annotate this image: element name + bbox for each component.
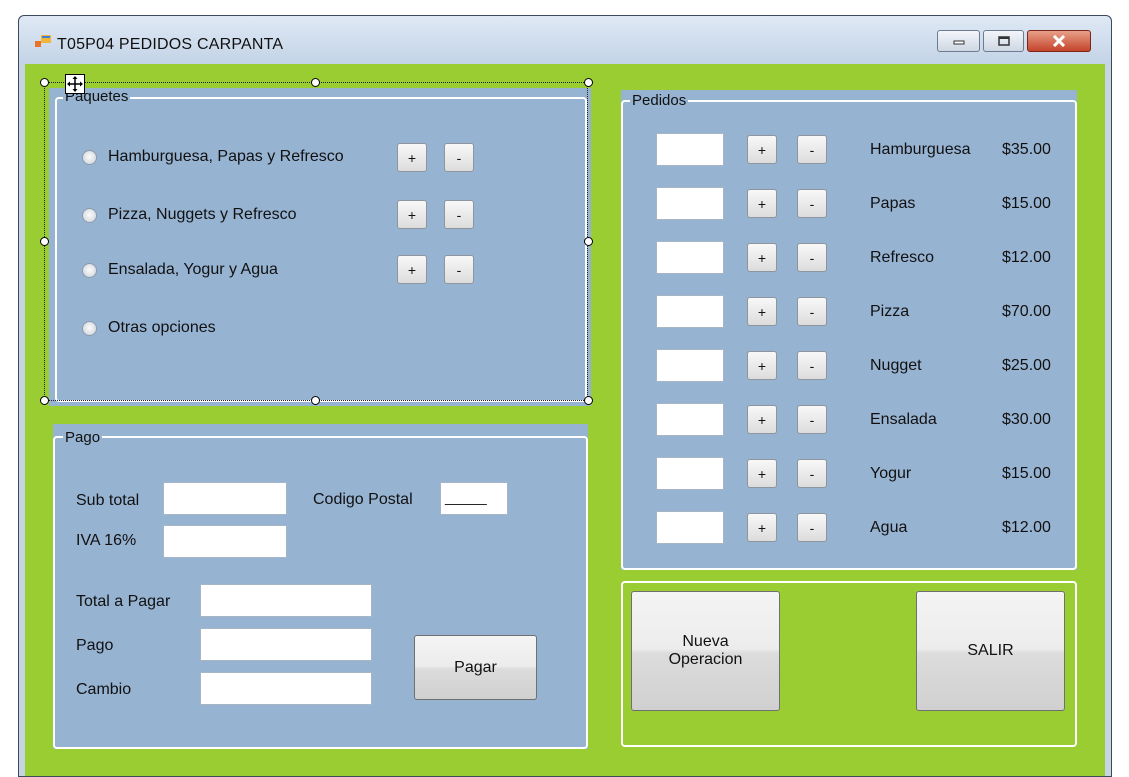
designer-selection-border bbox=[44, 82, 588, 401]
minus-button-pizza[interactable]: - bbox=[797, 297, 827, 326]
item-name-ensalada: Ensalada bbox=[870, 411, 937, 428]
resize-handle[interactable] bbox=[311, 78, 320, 87]
pago-field[interactable] bbox=[200, 628, 372, 661]
codigo-postal-field[interactable]: _____ bbox=[440, 482, 508, 515]
resize-handle[interactable] bbox=[40, 78, 49, 87]
move-handle-icon[interactable] bbox=[65, 74, 85, 94]
cambio-field[interactable] bbox=[200, 672, 372, 705]
total-field[interactable] bbox=[200, 584, 372, 617]
pedido-row: + - Refresco $12.00 bbox=[656, 239, 1076, 279]
item-name-hamburguesa: Hamburguesa bbox=[870, 141, 971, 158]
pedido-row: + - Nugget $25.00 bbox=[656, 347, 1076, 387]
item-price-hamburguesa: $35.00 bbox=[1002, 141, 1051, 158]
window-title: T05P04 PEDIDOS CARPANTA bbox=[57, 36, 284, 53]
pedidos-groupbox: Pedidos + - Hamburguesa $35.00 + - Papas… bbox=[621, 90, 1077, 570]
pedido-row: + - Pizza $70.00 bbox=[656, 293, 1076, 333]
qty-field-nugget[interactable] bbox=[656, 349, 724, 382]
plus-button-agua[interactable]: + bbox=[747, 513, 777, 542]
salir-button[interactable]: SALIR bbox=[916, 591, 1065, 711]
item-price-ensalada: $30.00 bbox=[1002, 411, 1051, 428]
title-bar[interactable]: T05P04 PEDIDOS CARPANTA bbox=[19, 16, 1111, 64]
item-price-agua: $12.00 bbox=[1002, 519, 1051, 536]
subtotal-field[interactable] bbox=[163, 482, 287, 515]
form-client-area: Paquetes Hamburguesa, Papas y Refresco +… bbox=[25, 64, 1105, 776]
plus-button-yogur[interactable]: + bbox=[747, 459, 777, 488]
item-price-yogur: $15.00 bbox=[1002, 465, 1051, 482]
form-icon bbox=[35, 35, 51, 47]
minus-button-refresco[interactable]: - bbox=[797, 243, 827, 272]
app-window: T05P04 PEDIDOS CARPANTA Paquetes Hamburg… bbox=[18, 15, 1112, 777]
minus-button-hamburguesa[interactable]: - bbox=[797, 135, 827, 164]
nueva-operacion-button[interactable]: Nueva Operacion bbox=[631, 591, 780, 711]
pedido-row: + - Papas $15.00 bbox=[656, 185, 1076, 225]
qty-field-papas[interactable] bbox=[656, 187, 724, 220]
plus-button-hamburguesa[interactable]: + bbox=[747, 135, 777, 164]
close-button[interactable] bbox=[1027, 30, 1091, 52]
item-name-nugget: Nugget bbox=[870, 357, 922, 374]
codigo-postal-label: Codigo Postal bbox=[313, 491, 413, 508]
minus-button-agua[interactable]: - bbox=[797, 513, 827, 542]
qty-field-ensalada[interactable] bbox=[656, 403, 724, 436]
minus-button-yogur[interactable]: - bbox=[797, 459, 827, 488]
pedido-row: + - Agua $12.00 bbox=[656, 509, 1076, 549]
minimize-button[interactable] bbox=[937, 30, 980, 52]
cambio-label: Cambio bbox=[76, 681, 132, 698]
pedido-row: + - Hamburguesa $35.00 bbox=[656, 131, 1076, 171]
minimize-icon bbox=[953, 40, 964, 45]
pedidos-list: + - Hamburguesa $35.00 + - Papas $15.00 … bbox=[656, 131, 1076, 551]
maximize-button[interactable] bbox=[983, 30, 1024, 52]
resize-handle[interactable] bbox=[584, 396, 593, 405]
resize-handle[interactable] bbox=[311, 396, 320, 405]
resize-handle[interactable] bbox=[40, 396, 49, 405]
pago-input-label: Pago bbox=[76, 637, 114, 654]
minus-button-papas[interactable]: - bbox=[797, 189, 827, 218]
qty-field-refresco[interactable] bbox=[656, 241, 724, 274]
item-price-pizza: $70.00 bbox=[1002, 303, 1051, 320]
minus-button-nugget[interactable]: - bbox=[797, 351, 827, 380]
plus-button-ensalada[interactable]: + bbox=[747, 405, 777, 434]
resize-handle[interactable] bbox=[40, 237, 49, 246]
pedidos-label: Pedidos bbox=[630, 92, 689, 109]
item-price-nugget: $25.00 bbox=[1002, 357, 1051, 374]
pago-label: Pago bbox=[63, 429, 103, 446]
nueva-operacion-line1: Nueva bbox=[682, 633, 729, 650]
item-name-refresco: Refresco bbox=[870, 249, 935, 266]
pagar-button[interactable]: Pagar bbox=[414, 635, 537, 700]
item-name-yogur: Yogur bbox=[870, 465, 912, 482]
item-name-papas: Papas bbox=[870, 195, 916, 212]
minus-button-ensalada[interactable]: - bbox=[797, 405, 827, 434]
close-icon bbox=[1052, 35, 1066, 47]
plus-button-pizza[interactable]: + bbox=[747, 297, 777, 326]
iva-field[interactable] bbox=[163, 525, 287, 558]
pedido-row: + - Ensalada $30.00 bbox=[656, 401, 1076, 441]
resize-handle[interactable] bbox=[584, 237, 593, 246]
resize-handle[interactable] bbox=[584, 78, 593, 87]
subtotal-label: Sub total bbox=[76, 492, 140, 509]
qty-field-agua[interactable] bbox=[656, 511, 724, 544]
item-price-papas: $15.00 bbox=[1002, 195, 1051, 212]
plus-button-refresco[interactable]: + bbox=[747, 243, 777, 272]
qty-field-yogur[interactable] bbox=[656, 457, 724, 490]
pago-groupbox: Pago Sub total Codigo Postal _____ IVA 1… bbox=[53, 424, 588, 749]
item-name-agua: Agua bbox=[870, 519, 908, 536]
plus-button-nugget[interactable]: + bbox=[747, 351, 777, 380]
qty-field-pizza[interactable] bbox=[656, 295, 724, 328]
iva-label: IVA 16% bbox=[76, 532, 137, 549]
total-label: Total a Pagar bbox=[76, 593, 171, 610]
qty-field-hamburguesa[interactable] bbox=[656, 133, 724, 166]
item-name-pizza: Pizza bbox=[870, 303, 910, 320]
nueva-operacion-line2: Operacion bbox=[668, 651, 743, 668]
plus-button-papas[interactable]: + bbox=[747, 189, 777, 218]
item-price-refresco: $12.00 bbox=[1002, 249, 1051, 266]
pedido-row: + - Yogur $15.00 bbox=[656, 455, 1076, 495]
actions-groupbox: Nueva Operacion SALIR bbox=[621, 581, 1077, 747]
maximize-icon bbox=[997, 36, 1010, 46]
